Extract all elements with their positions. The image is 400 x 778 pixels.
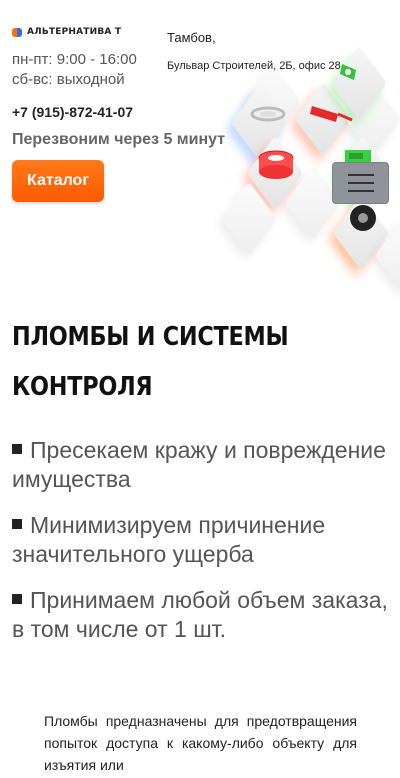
seal-tape-roll-illustration [258,150,294,179]
city: Тамбов, [167,30,216,45]
benefit-text: Принимаем любой объем заказа, в том числ… [12,587,388,642]
benefits-list: Пресекаем кражу и повреждение имущества … [12,436,392,661]
description-text: Пломбы предназначены для предотвращения … [44,713,357,773]
benefit-item: Минимизируем причинение значительного ущ… [12,511,392,569]
address: Бульвар Строителей, 2Б, офис 28 [167,60,341,72]
hours-weekend: сб-вс: выходной [12,71,125,88]
page-title: ПЛОМБЫ И СИСТЕМЫ КОНТРОЛЯ [12,312,322,412]
hamburger-menu-button[interactable] [332,162,389,204]
benefit-text: Минимизируем причинение значительного ущ… [12,512,326,567]
catalog-button[interactable]: Каталог [12,160,104,202]
hamburger-icon [347,182,374,184]
working-hours: пн-пт: 9:00 - 16:00 сб-вс: выходной [12,50,137,90]
hamburger-icon [347,190,374,192]
square-bullet-icon [12,519,22,529]
plastic-seal-illustration [310,106,353,122]
title-line-2: КОНТРОЛЯ [12,372,153,402]
hours-weekdays: пн-пт: 9:00 - 16:00 [12,51,137,68]
benefit-item: Пресекаем кражу и повреждение имущества [12,436,392,494]
phone-link[interactable]: +7 (915)-872-41-07 [12,104,133,120]
square-bullet-icon [12,594,22,604]
benefit-text: Пресекаем кражу и повреждение имущества [12,437,386,492]
logo-text: АЛЬТЕРНАТИВА Т [27,27,122,37]
seal-ring-illustration [250,106,286,122]
benefit-item: Принимаем любой объем заказа, в том числ… [12,586,392,644]
logo-mark-icon [12,27,22,37]
hamburger-icon [347,174,374,176]
callback-text: Перезвоним через 5 минут [12,131,226,148]
logo[interactable]: АЛЬТЕРНАТИВА Т [12,27,121,37]
title-line-1: ПЛОМБЫ И СИСТЕМЫ [12,322,289,352]
square-bullet-icon [12,444,22,454]
